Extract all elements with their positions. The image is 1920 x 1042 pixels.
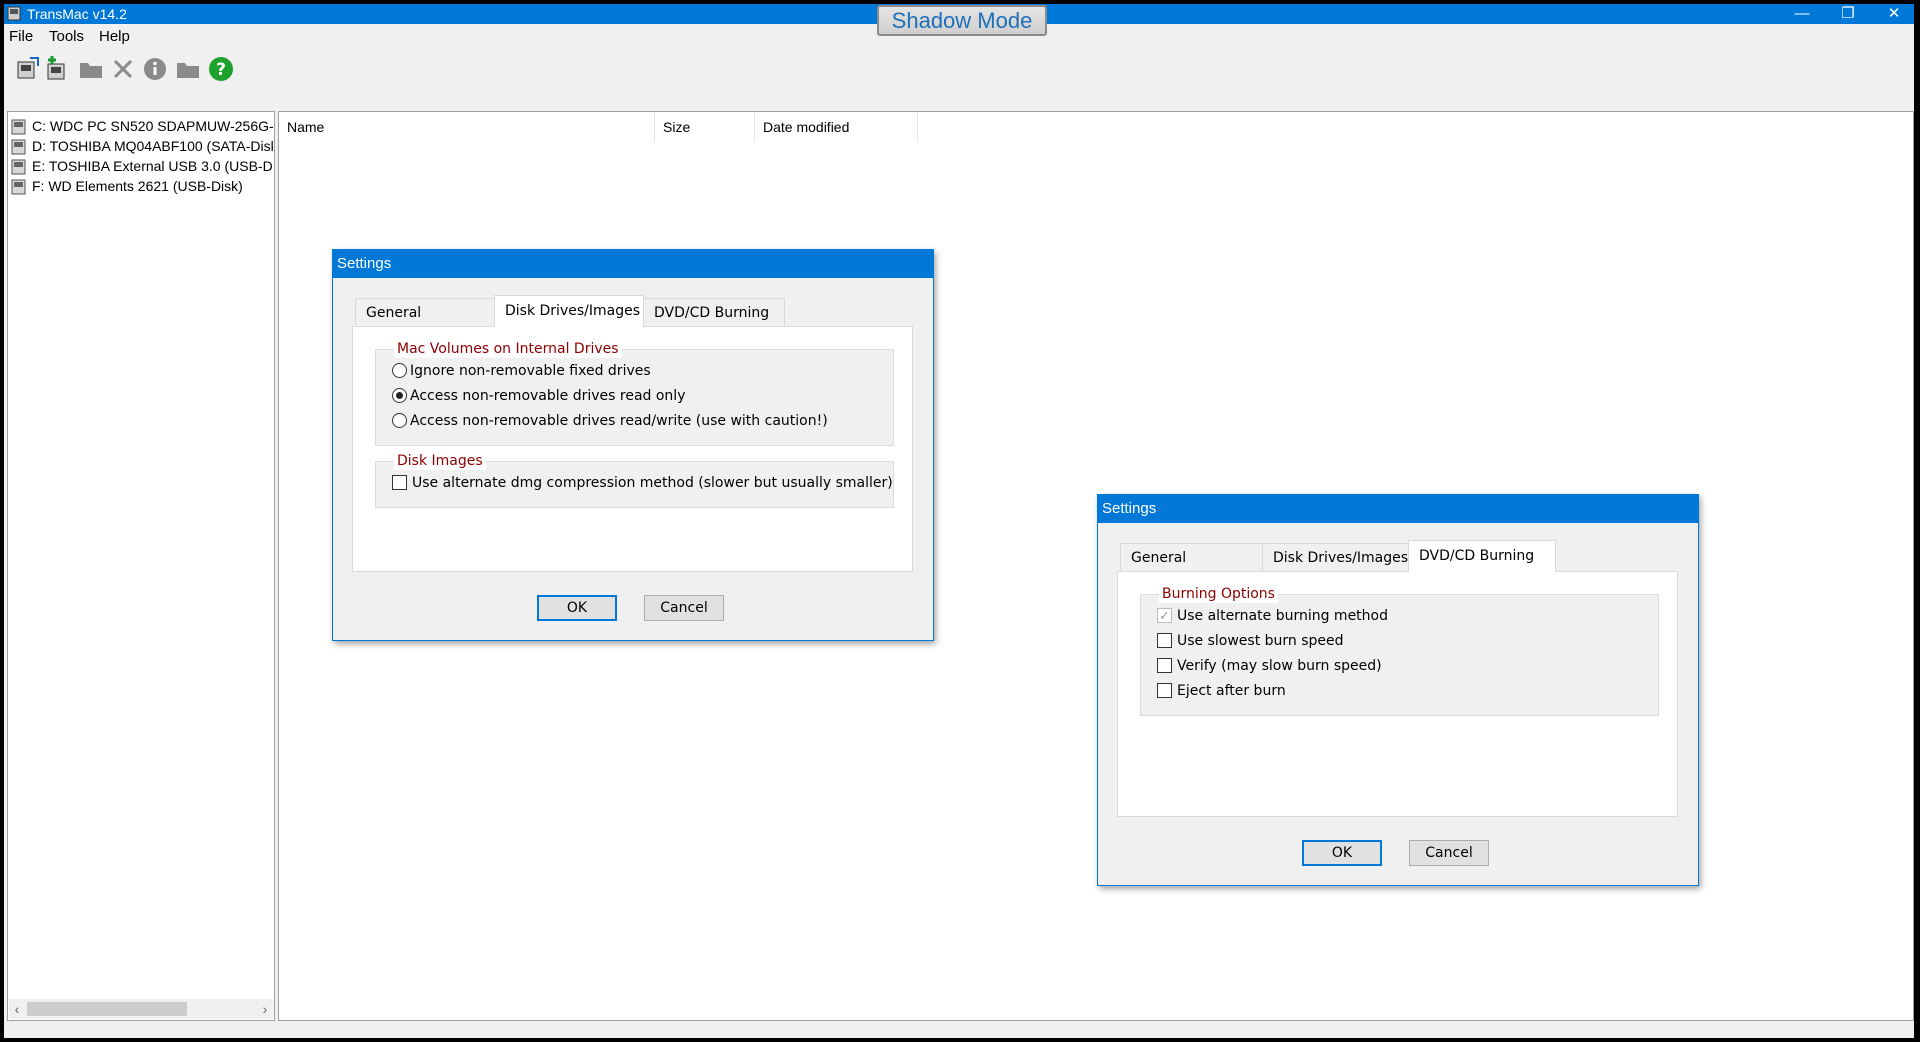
group-title: Mac Volumes on Internal Drives [394,340,622,358]
tab-general[interactable]: General [1120,543,1263,571]
save-disk-image-icon[interactable] [44,56,70,82]
open-disk-image-icon[interactable] [14,56,40,82]
tab-panel: Burning Options Use alternate burning me… [1117,571,1678,817]
tab-disk-drives-images[interactable]: Disk Drives/Images [494,295,644,327]
checkbox[interactable] [1157,658,1172,673]
radio-read-only[interactable]: Access non-removable drives read only [392,385,685,407]
option-label: Access non-removable drives read/write (… [410,413,828,429]
column-header-date-modified[interactable]: Date modified [755,112,918,142]
cancel-button[interactable]: Cancel [644,595,724,621]
checkbox[interactable] [1157,683,1172,698]
scroll-left-icon[interactable]: ‹ [9,999,25,1019]
checkbox[interactable] [1157,633,1172,648]
tab-panel: Mac Volumes on Internal Drives Ignore no… [352,326,913,572]
drive-tree: C: WDC PC SN520 SDAPMUW-256G- D: TOSHIBA… [7,111,275,1021]
minimize-button[interactable]: — [1779,4,1825,24]
option-label: Verify (may slow burn speed) [1177,658,1382,674]
dialog-title: Settings [1098,495,1698,523]
ok-button[interactable]: OK [1302,840,1382,866]
new-folder-icon[interactable] [175,56,201,82]
group-burning-options: Burning Options Use alternate burning me… [1140,585,1659,716]
menu-file[interactable]: File [9,29,33,45]
group-disk-images: Disk Images Use alternate dmg compressio… [375,452,894,508]
checkbox[interactable] [392,475,407,490]
settings-dialog-disk-drives: Settings General Disk Drives/Images DVD/… [332,249,934,641]
menu-help[interactable]: Help [99,29,130,45]
tab-dvd-cd-burning[interactable]: DVD/CD Burning [1408,540,1556,572]
restore-button[interactable]: ❐ [1825,4,1871,24]
radio-button[interactable] [392,413,407,428]
checkbox-verify[interactable]: Verify (may slow burn speed) [1157,655,1382,677]
radio-button-selected[interactable] [392,388,407,403]
cancel-button[interactable]: Cancel [1409,840,1489,866]
dialog-title: Settings [333,250,933,278]
scrollbar-thumb[interactable] [27,1002,187,1016]
drive-icon [11,119,26,135]
checkbox-eject-after-burn[interactable]: Eject after burn [1157,680,1286,702]
transmac-window: TransMac v14.2 — ❐ ✕ File Tools Help ? C… [4,4,1914,1038]
checkbox-checked-disabled[interactable] [1157,606,1172,628]
option-label: Eject after burn [1177,683,1286,699]
drive-item[interactable]: E: TOSHIBA External USB 3.0 (USB-Dis [11,156,273,176]
scroll-right-icon[interactable]: › [257,999,273,1019]
drive-label: F: WD Elements 2621 (USB-Disk) [32,178,243,194]
info-icon[interactable] [142,56,168,82]
ok-button[interactable]: OK [537,595,617,621]
option-label: Access non-removable drives read only [410,388,686,404]
checkbox-alternate-dmg-compression[interactable]: Use alternate dmg compression method (sl… [392,472,893,494]
help-icon[interactable]: ? [208,56,234,82]
horizontal-scrollbar[interactable]: ‹ › [9,999,273,1019]
toolbar: ? [4,52,1914,92]
tab-general[interactable]: General [355,298,495,326]
drive-label: D: TOSHIBA MQ04ABF100 (SATA-Disk [32,138,273,154]
option-label: Use slowest burn speed [1177,633,1344,649]
delete-icon[interactable] [110,56,136,82]
drive-icon [11,159,26,175]
folder-icon[interactable] [78,56,104,82]
drive-label: E: TOSHIBA External USB 3.0 (USB-Dis [32,158,273,174]
shadow-mode-badge: Shadow Mode [877,5,1047,36]
drive-item[interactable]: D: TOSHIBA MQ04ABF100 (SATA-Disk [11,136,273,156]
settings-dialog-dvd-burning: Settings General Disk Drives/Images DVD/… [1097,494,1699,886]
status-bar [4,1024,1914,1038]
option-label: Ignore non-removable fixed drives [410,363,651,379]
drive-icon [11,179,26,195]
group-title: Burning Options [1159,585,1278,603]
drive-item[interactable]: F: WD Elements 2621 (USB-Disk) [11,176,273,196]
group-mac-volumes: Mac Volumes on Internal Drives Ignore no… [375,340,894,446]
tab-dvd-cd-burning[interactable]: DVD/CD Burning [643,298,785,326]
checkbox-alternate-burning-method[interactable]: Use alternate burning method [1157,605,1388,628]
radio-read-write[interactable]: Access non-removable drives read/write (… [392,410,828,432]
menu-tools[interactable]: Tools [49,29,84,45]
group-title: Disk Images [394,452,486,470]
column-header-name[interactable]: Name [279,112,655,142]
svg-text:?: ? [216,60,226,80]
drive-label: C: WDC PC SN520 SDAPMUW-256G- [32,118,273,134]
drive-item[interactable]: C: WDC PC SN520 SDAPMUW-256G- [11,116,273,136]
radio-ignore-fixed-drives[interactable]: Ignore non-removable fixed drives [392,360,651,382]
option-label: Use alternate dmg compression method (sl… [412,475,893,491]
drive-icon [11,139,26,155]
checkbox-slowest-burn-speed[interactable]: Use slowest burn speed [1157,630,1344,652]
column-header-size[interactable]: Size [655,112,755,142]
transmac-app-icon [7,6,21,21]
tab-disk-drives-images[interactable]: Disk Drives/Images [1262,543,1409,571]
window-title: TransMac v14.2 [27,6,127,22]
option-label: Use alternate burning method [1177,608,1388,624]
close-button[interactable]: ✕ [1871,4,1914,24]
radio-button[interactable] [392,363,407,378]
